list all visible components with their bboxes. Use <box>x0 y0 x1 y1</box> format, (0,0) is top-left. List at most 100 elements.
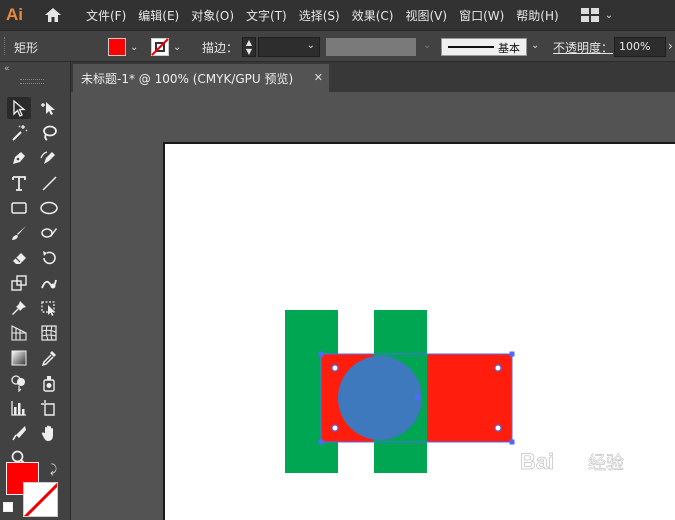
rotate-tool[interactable] <box>37 247 61 269</box>
menu-object[interactable]: 对象(O) <box>185 7 240 24</box>
chevron-down-icon: ⌄ <box>531 40 540 51</box>
swap-colors-icon[interactable]: ⤸ <box>50 462 57 477</box>
selection-handle[interactable] <box>509 439 515 445</box>
magic-wand-tool[interactable] <box>7 122 31 144</box>
live-corner-widget[interactable] <box>494 364 502 372</box>
menu-help[interactable]: 帮助(H) <box>510 7 564 24</box>
free-transform-tool[interactable] <box>37 297 61 319</box>
pen-nib-icon <box>13 152 25 164</box>
eyedropper-icon <box>41 351 56 367</box>
scale-icon <box>11 275 27 291</box>
menu-edit[interactable]: 编辑(E) <box>132 7 185 24</box>
center-point <box>415 395 420 400</box>
document-tab[interactable]: 未标题-1* @ 100% (CMYK/GPU 预览) ✕ <box>73 64 329 92</box>
direct-select-arrow-icon <box>41 102 55 115</box>
line-segment-icon <box>42 176 57 191</box>
fill-color-button[interactable]: ⌄ <box>108 37 138 57</box>
eyedropper-tool[interactable] <box>37 347 61 369</box>
mesh-tool[interactable] <box>37 322 61 344</box>
type-tool[interactable] <box>7 172 31 194</box>
column-graph-icon <box>11 401 26 416</box>
default-colors-icon[interactable] <box>3 502 13 512</box>
lasso-tool[interactable] <box>37 122 61 144</box>
warp-icon <box>41 279 57 289</box>
chevron-down-icon: ⌄ <box>130 41 139 53</box>
symbol-sprayer-tool[interactable] <box>37 372 61 394</box>
menu-file[interactable]: 文件(F) <box>80 7 132 24</box>
chevron-down-icon: ⌄ <box>604 9 614 21</box>
hand-icon <box>41 425 53 441</box>
stroke-weight-input[interactable]: ⌄ <box>258 37 320 57</box>
stroke-color-swatch[interactable] <box>23 482 58 517</box>
panel-collapse-button[interactable]: « <box>0 62 70 76</box>
ellipse-tool[interactable] <box>37 197 61 219</box>
warp-tool[interactable] <box>37 272 61 294</box>
direct-selection-tool[interactable] <box>37 97 61 119</box>
variable-width-profile[interactable] <box>326 38 416 56</box>
perspective-grid-tool[interactable] <box>7 322 31 344</box>
menu-window[interactable]: 窗口(W) <box>453 7 510 24</box>
live-corner-widget[interactable] <box>494 424 502 432</box>
panel-grip[interactable] <box>20 79 44 84</box>
lasso-icon <box>43 125 57 141</box>
free-transform-icon <box>41 301 55 316</box>
magic-wand-icon <box>12 125 28 141</box>
slice-knife-icon <box>12 426 26 441</box>
document-tabs: 未标题-1* @ 100% (CMYK/GPU 预览) ✕ <box>71 62 675 92</box>
opacity-arrow-icon[interactable]: › <box>668 39 673 53</box>
panel-grip[interactable] <box>4 37 7 55</box>
svg-text:经验: 经验 <box>588 453 624 474</box>
eraser-icon <box>13 253 26 264</box>
gradient-tool[interactable] <box>7 347 31 369</box>
curvature-tool[interactable] <box>37 147 61 169</box>
rectangle-icon <box>11 202 27 214</box>
live-corner-widget[interactable] <box>331 364 339 372</box>
opacity-label[interactable]: 不透明度： <box>553 39 613 56</box>
app-logo: Ai <box>6 5 23 24</box>
ellipse-icon <box>40 201 58 215</box>
stroke-label: 描边： <box>202 41 239 55</box>
line-segment-tool[interactable] <box>37 172 61 194</box>
slice-tool[interactable] <box>7 422 31 444</box>
selection-handle[interactable] <box>318 439 324 445</box>
mesh-icon <box>41 325 57 341</box>
opacity-value: 100% <box>619 40 651 53</box>
shape-builder-tool[interactable] <box>7 372 31 394</box>
rectangle-tool[interactable] <box>7 197 31 219</box>
artboard-tool[interactable] <box>37 397 61 419</box>
live-corner-widget[interactable] <box>331 424 339 432</box>
eraser-tool[interactable] <box>7 247 31 269</box>
perspective-grid-icon <box>11 325 27 341</box>
brush-definition-field[interactable]: 基本 <box>441 38 527 56</box>
layout-grid-icon <box>580 8 599 22</box>
document-tab-title: 未标题-1* @ 100% (CMYK/GPU 预览) <box>81 71 294 86</box>
home-icon[interactable] <box>42 4 64 26</box>
brush-stroke-preview <box>448 46 494 48</box>
stroke-color-button[interactable]: ⌄ <box>151 37 181 57</box>
stroke-none-icon <box>24 483 57 516</box>
menu-bar: Ai 文件(F) 编辑(E) 对象(O) 文字(T) 选择(S) 效果(C) 视… <box>0 0 675 30</box>
blue-circle[interactable] <box>338 356 422 440</box>
menu-type[interactable]: 文字(T) <box>240 7 293 24</box>
workspace-switcher[interactable]: ⌄ <box>580 8 614 22</box>
selection-handle[interactable] <box>509 351 515 357</box>
scale-tool[interactable] <box>7 272 31 294</box>
stroke-weight-stepper[interactable]: ▲ ▼ <box>242 37 256 57</box>
close-icon[interactable]: ✕ <box>314 71 323 84</box>
selection-tool[interactable] <box>7 97 31 119</box>
hand-tool[interactable] <box>37 422 61 444</box>
puppet-warp-tool[interactable] <box>7 297 31 319</box>
menu-select[interactable]: 选择(S) <box>293 7 346 24</box>
symbol-sprayer-icon <box>43 376 55 392</box>
baidu-watermark: Bai 经验 jingyan.baidu.com <box>516 443 666 493</box>
selection-handle[interactable] <box>318 351 324 357</box>
column-graph-tool[interactable] <box>7 397 31 419</box>
paintbrush-tool[interactable] <box>7 222 31 244</box>
stroke-none-icon <box>151 38 169 56</box>
pen-tool[interactable] <box>7 147 31 169</box>
opacity-input[interactable]: 100% <box>614 37 666 57</box>
shaper-tool[interactable] <box>37 222 61 244</box>
menu-effect[interactable]: 效果(C) <box>346 7 400 24</box>
artboard-icon <box>41 400 55 416</box>
menu-view[interactable]: 视图(V) <box>399 7 453 24</box>
